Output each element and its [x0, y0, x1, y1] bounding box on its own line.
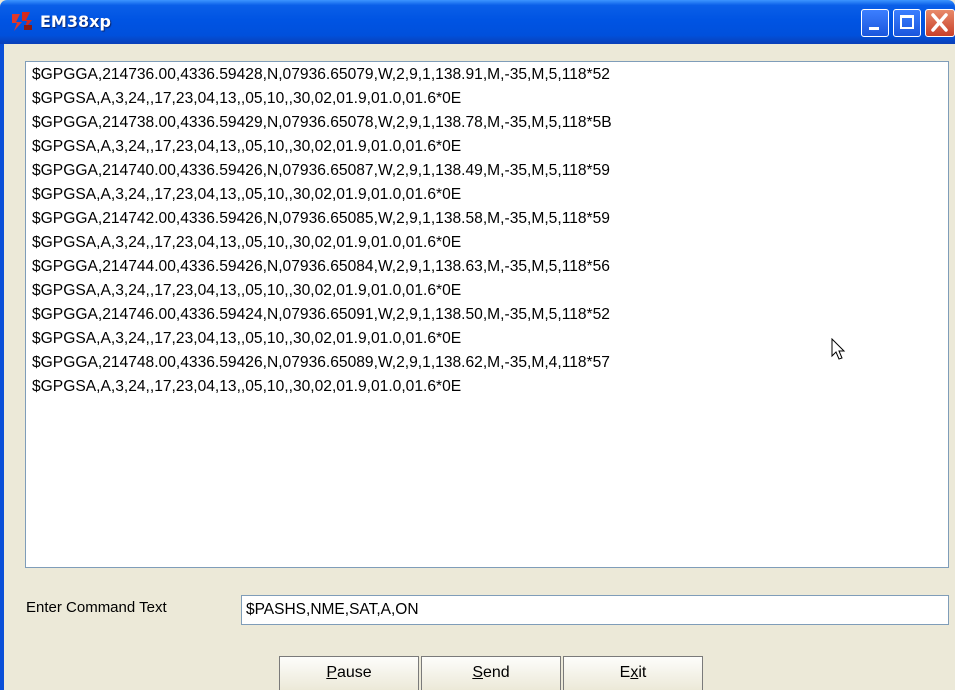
exit-label-end: it — [638, 664, 647, 681]
log-line: $GPGGA,214746.00,4336.59424,N,07936.6509… — [32, 306, 610, 323]
minimize-icon — [869, 27, 879, 30]
log-line: $GPGSA,A,3,24,,17,23,04,13,,05,10,,30,02… — [32, 90, 462, 107]
minimize-button[interactable] — [861, 9, 889, 37]
log-line: $GPGSA,A,3,24,,17,23,04,13,,05,10,,30,02… — [32, 234, 462, 251]
mouse-pointer-icon — [831, 338, 846, 360]
exit-label-start: E — [619, 664, 631, 681]
maximize-button[interactable] — [893, 9, 921, 37]
command-input[interactable] — [241, 595, 949, 625]
log-line: $GPGSA,A,3,24,,17,23,04,13,,05,10,,30,02… — [32, 186, 462, 203]
pause-label: ause — [336, 664, 372, 681]
log-line: $GPGSA,A,3,24,,17,23,04,13,,05,10,,30,02… — [32, 330, 462, 347]
maximize-icon — [900, 15, 914, 29]
log-line: $GPGGA,214740.00,4336.59426,N,07936.6508… — [32, 162, 610, 179]
log-line: $GPGSA,A,3,24,,17,23,04,13,,05,10,,30,02… — [32, 282, 462, 299]
send-mnemonic: S — [472, 664, 483, 681]
send-button[interactable]: Send — [421, 656, 561, 690]
nmea-log-output[interactable]: $GPGGA,214736.00,4336.59428,N,07936.6507… — [25, 61, 949, 568]
log-line: $GPGGA,214736.00,4336.59428,N,07936.6507… — [32, 66, 610, 83]
log-line: $GPGSA,A,3,24,,17,23,04,13,,05,10,,30,02… — [32, 378, 462, 395]
log-line: $GPGSA,A,3,24,,17,23,04,13,,05,10,,30,02… — [32, 138, 462, 155]
command-label: Enter Command Text — [26, 599, 167, 616]
close-button[interactable] — [925, 9, 955, 37]
window-title: EM38xp — [40, 12, 111, 31]
send-label: end — [482, 664, 510, 681]
log-line: $GPGGA,214748.00,4336.59426,N,07936.6508… — [32, 354, 610, 371]
pause-button[interactable]: Pause — [279, 656, 419, 690]
title-bar[interactable]: EM38xp — [0, 0, 955, 44]
pause-mnemonic: P — [326, 664, 337, 681]
window-frame-left — [0, 44, 4, 690]
log-line: $GPGGA,214744.00,4336.59426,N,07936.6508… — [32, 258, 610, 275]
exit-button[interactable]: Exit — [563, 656, 703, 690]
app-icon[interactable] — [10, 10, 34, 32]
close-icon — [931, 13, 948, 32]
log-line: $GPGGA,214742.00,4336.59426,N,07936.6508… — [32, 210, 610, 227]
log-line: $GPGGA,214738.00,4336.59429,N,07936.6507… — [32, 114, 612, 131]
